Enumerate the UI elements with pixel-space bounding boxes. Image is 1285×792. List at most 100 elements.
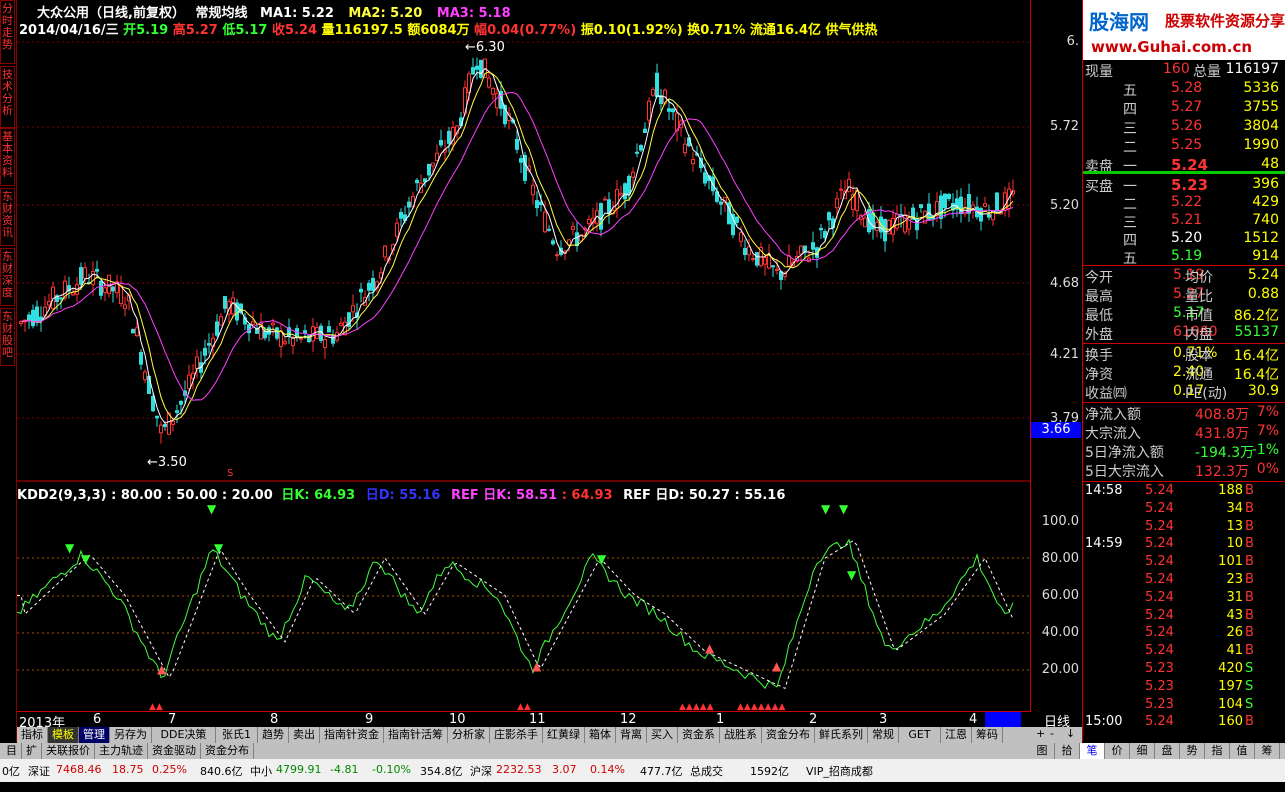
stat2-row: 换手 0.71% 股本 16.4亿 <box>1085 345 1283 364</box>
stat-label: 收益㈣ <box>1085 386 1127 402</box>
tab-jiben[interactable]: 基本资料 <box>0 128 15 186</box>
flow-pct: 7% <box>1256 423 1279 439</box>
candle-body <box>839 188 843 191</box>
chart-header-line2: 2014/04/16/三 开5.19 高5.27 低5.17 收5.24 量11… <box>19 19 878 38</box>
minus-icon[interactable]: - <box>1050 727 1054 740</box>
toolbar-button[interactable]: 红黄绿 <box>543 727 585 743</box>
bar-close: 收5.24 <box>271 23 318 38</box>
kdj-tick: 20.00 <box>1041 662 1079 677</box>
trade-side: B <box>1245 572 1254 587</box>
right-tab[interactable]: 筹 <box>1255 743 1280 759</box>
bar-high: 高5.27 <box>172 23 218 38</box>
kdj-tick: 80.00 <box>1041 551 1079 566</box>
toolbar-button[interactable]: 趋势 <box>258 727 289 743</box>
toolbar2-button[interactable]: 资金驱动 <box>148 743 201 759</box>
candle-body <box>263 330 267 339</box>
toolbar-button[interactable]: 指标 <box>17 727 48 743</box>
sell-order-row: 二 5.25 1990 <box>1085 137 1283 156</box>
toolbar-button[interactable]: 张氏1 <box>216 727 258 743</box>
toolbar-button[interactable]: 战胜系 <box>720 727 762 743</box>
right-tab[interactable]: 值 <box>1230 743 1255 759</box>
tab-fenshi[interactable]: 分时走势 <box>0 0 15 64</box>
toolbar-button[interactable]: 鲜氏系列 <box>815 727 868 743</box>
right-tab[interactable]: 指 <box>1205 743 1230 759</box>
tab-zixun[interactable]: 东财资讯 <box>0 188 15 246</box>
right-tab[interactable]: 拾 <box>1055 743 1080 759</box>
toolbar-button[interactable]: 庄影杀手 <box>490 727 543 743</box>
right-tab[interactable]: 图 <box>1030 743 1055 759</box>
price-tick: 4.68 <box>1050 276 1079 291</box>
right-tabs: 图拾笔价细盘势指值筹 <box>1030 743 1285 759</box>
period-label[interactable]: 日线 <box>1031 711 1083 730</box>
trade-row: 14:59 5.24 10 B <box>1085 536 1283 554</box>
indicator-p2: : 50.00 <box>166 488 218 503</box>
toolbar-button[interactable]: 另存为 <box>110 727 152 743</box>
toolbar-button[interactable]: 资金系 <box>678 727 720 743</box>
sz-label[interactable]: 深证 <box>28 763 50 779</box>
toolbar-button[interactable]: 常规 <box>868 727 899 743</box>
candle-body <box>619 192 623 196</box>
right-tab[interactable]: 盘 <box>1155 743 1180 759</box>
toolbar-button[interactable]: 箱体 <box>585 727 616 743</box>
kdj-d-line <box>17 540 1014 690</box>
down-arrow-icon[interactable]: ↓ <box>1066 727 1075 740</box>
hs-label[interactable]: 沪深 <box>470 763 492 779</box>
flow-value: 408.8万 <box>1195 407 1250 423</box>
sell-volume: 5336 <box>1243 80 1279 96</box>
kline-chart[interactable]: ▼ ▼ ▼ ▼ ▼ ▲ ▲ ▲ ▲ ▼ ▼ ▼ ▲▲ ▲▲ ▲▲▲▲▲ ▲▲▲▲▲▲▲ 大众公用（日线,前复权… <box>17 0 1030 731</box>
x-month: 2 <box>809 712 818 727</box>
tab-shendu[interactable]: 东财深度 <box>0 248 15 306</box>
toolbar-button[interactable]: 买入 <box>647 727 678 743</box>
zx-pct: -0.10% <box>372 763 411 776</box>
buy-price: 5.20 <box>1171 230 1203 246</box>
trade-volume: 104 <box>1218 696 1243 712</box>
candle-body <box>351 305 355 313</box>
trade-row: 5.24 34 B <box>1085 501 1283 519</box>
trade-side: B <box>1245 483 1254 498</box>
down-arrow-icon: ▼ <box>65 541 75 555</box>
logo-url: www.Guhai.com.cn <box>1091 38 1253 56</box>
toolbar-button[interactable]: 指南针资金 <box>320 727 384 743</box>
candle-body <box>735 216 739 223</box>
toolbar-scroll[interactable]: + - ↓ <box>1030 727 1082 743</box>
indicator-p1: : 80.00 <box>111 488 162 503</box>
candle-body <box>407 201 411 208</box>
candle-body <box>383 245 387 258</box>
trade-row: 14:58 5.24 188 B <box>1085 483 1283 501</box>
toolbar-button[interactable]: 分析家 <box>448 727 490 743</box>
buy-volume: 1512 <box>1243 230 1279 246</box>
toolbar-button[interactable]: 筹码 <box>972 727 1003 743</box>
tab-guba[interactable]: 东财股吧 <box>0 308 15 366</box>
toolbar-button[interactable]: 卖出 <box>289 727 320 743</box>
indicator-title[interactable]: KDD2(9,3,3) <box>17 488 107 503</box>
toolbar-button[interactable]: 背离 <box>616 727 647 743</box>
right-tab[interactable]: 细 <box>1130 743 1155 759</box>
toolbar-button[interactable]: 模板 <box>48 727 79 743</box>
toolbar2-button[interactable]: 扩 <box>22 743 42 759</box>
zx-label[interactable]: 中小 <box>250 763 272 779</box>
right-tab[interactable]: 势 <box>1180 743 1205 759</box>
candle-body <box>123 304 127 309</box>
toolbar-button[interactable]: 管理 <box>79 727 110 743</box>
toolbar-button[interactable]: DDE决策 <box>152 727 216 743</box>
right-tab[interactable]: 价 <box>1105 743 1130 759</box>
tab-jishu[interactable]: 技术分析 <box>0 66 15 128</box>
toolbar-button[interactable]: GET <box>899 727 941 743</box>
toolbar2-button[interactable]: 主力轨迹 <box>95 743 148 759</box>
sz-pct: 0.25% <box>152 763 187 776</box>
kline-svg[interactable]: ▼▼▼▼▼▲ ▲▲▲▼ ▼ ▼▲▲ ▲▲ ▲▲▲▲▲ ▲▲▲▲▲▲▲ <box>17 0 1030 712</box>
candle-body <box>251 321 255 325</box>
down-arrow-icon: ▼ <box>821 502 831 516</box>
toolbar2-button[interactable]: 目 <box>2 743 22 759</box>
toolbar2-button[interactable]: 资金分布 <box>201 743 254 759</box>
price-tick: 4.21 <box>1050 347 1079 362</box>
toolbar2-button[interactable]: 关联报价 <box>42 743 95 759</box>
candle-body <box>487 77 491 88</box>
candle-body <box>187 374 191 389</box>
toolbar-button[interactable]: 江恩 <box>941 727 972 743</box>
toolbar-button[interactable]: 指南针活筹 <box>384 727 448 743</box>
toolbar-button[interactable]: 资金分布 <box>762 727 815 743</box>
right-tab[interactable]: 笔 <box>1080 743 1105 759</box>
plus-icon[interactable]: + <box>1036 727 1045 740</box>
indicator-ref-d2: : 55.16 <box>734 488 786 503</box>
